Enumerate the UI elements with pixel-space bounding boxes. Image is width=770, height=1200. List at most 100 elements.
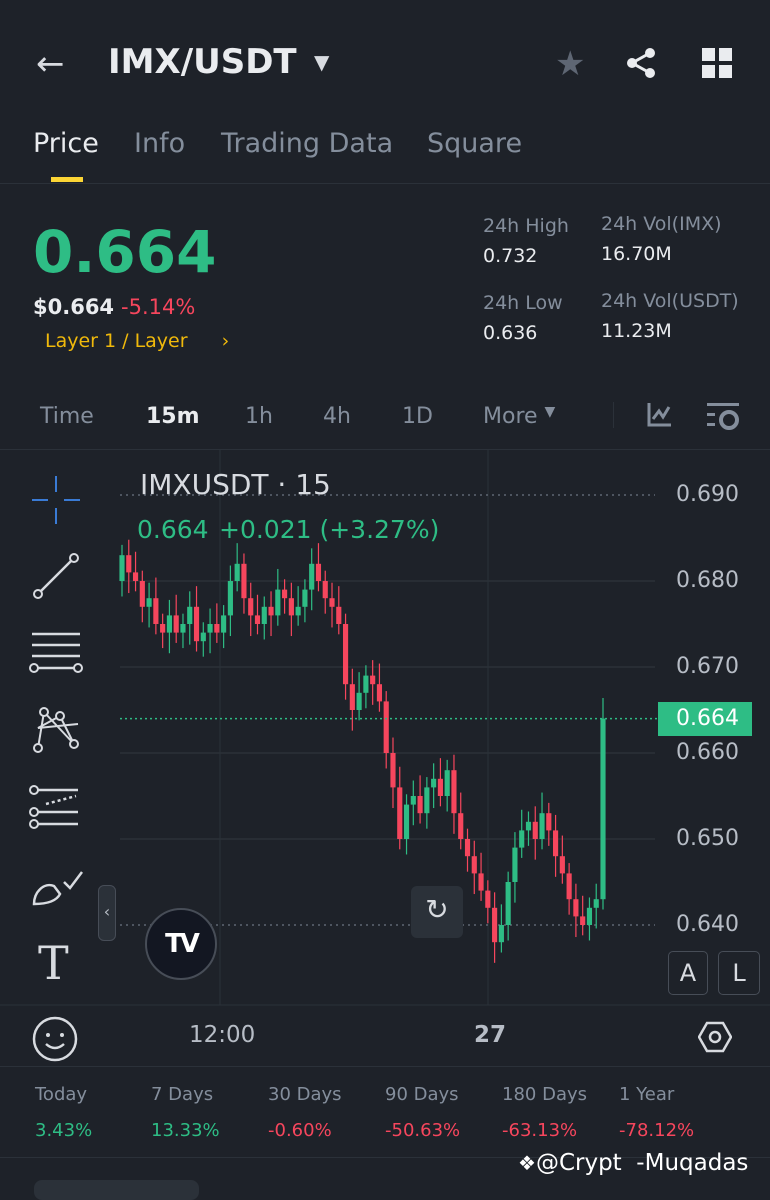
candle-body — [458, 813, 464, 839]
y-tick: 0.680 — [676, 568, 739, 593]
candle-body — [322, 581, 328, 599]
price-change: -5.14% — [121, 295, 196, 319]
back-arrow-icon[interactable]: ← — [36, 44, 65, 84]
candle-body — [431, 778, 437, 788]
bottom-button[interactable] — [34, 1180, 199, 1200]
candle-body — [573, 899, 579, 917]
candle-body — [261, 606, 267, 624]
performance-value: -63.13% — [502, 1120, 578, 1141]
candle-body — [485, 890, 491, 908]
candle-body — [214, 624, 220, 633]
candle-body — [132, 572, 139, 581]
y-tick: 0.640 — [676, 912, 739, 937]
chevron-down-icon[interactable]: ▼ — [314, 50, 329, 74]
prediction-tool-icon[interactable] — [28, 784, 82, 836]
candle-body — [498, 925, 504, 943]
vol-usdt-value: 11.23M — [601, 320, 672, 342]
candle-body — [166, 615, 172, 633]
candle-body — [288, 598, 294, 616]
candle-body — [119, 555, 125, 581]
share-icon[interactable] — [624, 46, 658, 84]
candle-body — [336, 606, 342, 624]
y-tick: 0.670 — [676, 654, 739, 679]
pattern-tool-icon[interactable] — [30, 704, 82, 760]
candle-body — [363, 675, 369, 693]
candle-body — [207, 624, 213, 633]
reset-chart-button[interactable]: ↻ — [411, 886, 463, 938]
emoji-tool-icon[interactable] — [32, 1016, 78, 1066]
candle-body — [390, 753, 396, 788]
grid-menu-icon[interactable] — [702, 48, 732, 82]
performance-value: 3.43% — [35, 1120, 93, 1141]
tab-square[interactable]: Square — [427, 128, 522, 159]
performance-label: 7 Days — [151, 1084, 214, 1105]
timeframe-1h[interactable]: 1h — [245, 404, 273, 429]
performance-label: Today — [35, 1084, 88, 1105]
candle-body — [275, 589, 281, 616]
candle-body — [126, 555, 132, 573]
performance-label: 90 Days — [385, 1084, 459, 1105]
vol-imx-label: 24h Vol(IMX) — [601, 213, 722, 235]
legend-change: +0.021 (+3.27%) — [219, 515, 440, 544]
chart-settings-icon[interactable] — [707, 403, 739, 435]
brush-tool-icon[interactable] — [30, 864, 84, 912]
trend-line-tool-icon[interactable] — [30, 552, 80, 606]
candle-body — [302, 589, 308, 607]
x-tick: 27 — [474, 1022, 507, 1048]
timeframe-more[interactable]: More ▼ — [483, 404, 555, 429]
candle-body — [139, 581, 145, 607]
tab-active-indicator — [51, 177, 83, 182]
text-tool-icon[interactable]: T — [38, 936, 69, 990]
candle-body — [600, 718, 606, 900]
watermark-text: @Crypt -Muqadas — [535, 1150, 749, 1176]
collapse-toolbar-handle[interactable]: ‹ — [98, 885, 116, 941]
candle-body — [539, 813, 545, 839]
crosshair-tool-icon[interactable] — [30, 474, 82, 530]
timeframe-4h[interactable]: 4h — [323, 404, 351, 429]
log-scale-button[interactable]: L — [718, 951, 760, 995]
tab-price[interactable]: Price — [33, 128, 99, 159]
high-label: 24h High — [483, 215, 569, 237]
tradingview-logo[interactable]: TV — [145, 908, 217, 980]
candle-body — [566, 873, 572, 900]
candle-body — [356, 692, 362, 710]
category-label: Layer 1 / Layer — [45, 330, 188, 352]
candle-body — [471, 856, 477, 874]
low-value: 0.636 — [483, 322, 538, 344]
fib-tool-icon[interactable] — [28, 630, 84, 682]
timeframe-15m[interactable]: 15m — [146, 404, 200, 429]
candle-body — [444, 770, 450, 796]
candle-body — [403, 804, 410, 839]
tab-trading-data[interactable]: Trading Data — [221, 128, 393, 159]
timeframe-1d[interactable]: 1D — [402, 404, 433, 429]
candle-body — [505, 882, 511, 925]
caret-down-icon: ▼ — [544, 404, 556, 420]
candle-body — [254, 615, 261, 624]
category-link[interactable]: Layer 1 / Layer › — [45, 330, 229, 352]
performance-value: -78.12% — [619, 1120, 695, 1141]
indicator-icon[interactable] — [647, 403, 671, 431]
candle-body — [478, 873, 484, 891]
performance-label: 1 Year — [619, 1084, 675, 1105]
candle-body — [397, 787, 403, 839]
pair-title[interactable]: IMX/USDT — [108, 42, 297, 82]
more-label: More — [483, 404, 538, 429]
chart-settings-hexagon-icon[interactable] — [697, 1020, 733, 1058]
star-icon[interactable]: ★ — [555, 44, 585, 84]
auto-scale-button[interactable]: A — [668, 951, 708, 995]
candle-body — [342, 624, 349, 685]
candle-body — [193, 606, 200, 642]
candle-body — [451, 770, 457, 814]
candle-body — [221, 615, 227, 633]
chart-symbol: IMXUSDT · 15 — [140, 468, 331, 501]
candle-body — [464, 839, 471, 857]
candle-body — [187, 606, 193, 624]
tab-info[interactable]: Info — [134, 128, 185, 159]
candle-body — [593, 899, 599, 908]
timeframe-time[interactable]: Time — [40, 404, 94, 429]
candle-body — [241, 563, 247, 599]
last-price: 0.664 — [33, 218, 217, 286]
candle-body — [268, 606, 274, 616]
candle-body — [146, 598, 152, 607]
candle-body — [492, 907, 498, 943]
